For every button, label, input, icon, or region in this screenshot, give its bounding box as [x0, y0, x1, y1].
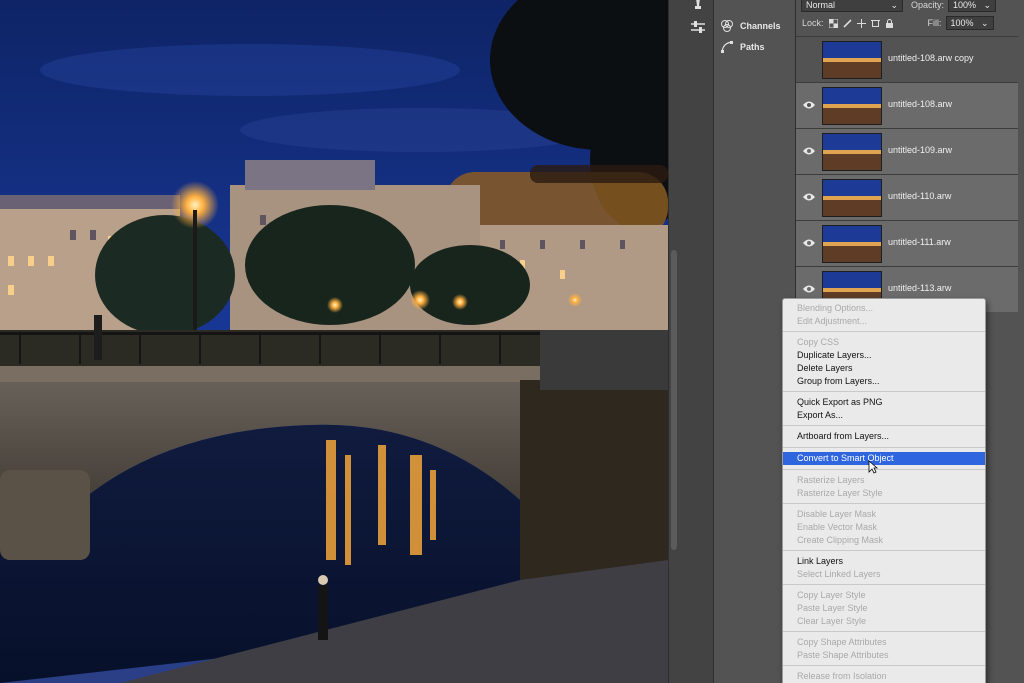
collapsed-panel-icons	[680, 0, 714, 683]
menu-item-clear-layer-style[interactable]: Clear Layer Style	[783, 615, 985, 628]
layer-name: untitled-110.arw	[888, 191, 952, 201]
fill-value: 100%	[950, 18, 974, 28]
menu-item-delete-layers[interactable]: Delete Layers	[783, 362, 985, 375]
layer-row[interactable]: untitled-110.arw	[796, 174, 1018, 220]
eye-visibility-icon[interactable]	[803, 284, 815, 294]
menu-item-paste-shape-attributes[interactable]: Paste Shape Attributes	[783, 649, 985, 662]
menu-item-copy-shape-attributes[interactable]: Copy Shape Attributes	[783, 636, 985, 649]
history-brush-icon[interactable]	[690, 0, 706, 12]
paths-label: Paths	[740, 42, 765, 52]
blend-mode-value: Normal	[806, 0, 836, 10]
menu-item-enable-vector-mask[interactable]: Enable Vector Mask	[783, 521, 985, 534]
layer-row[interactable]: untitled-111.arw	[796, 220, 1018, 266]
channels-tab[interactable]: Channels	[720, 17, 781, 35]
menu-separator	[783, 550, 985, 551]
eye-visibility-icon[interactable]	[803, 192, 815, 202]
layer-row[interactable]: untitled-109.arw	[796, 128, 1018, 174]
channels-label: Channels	[740, 21, 781, 31]
menu-item-group-from-layers[interactable]: Group from Layers...	[783, 375, 985, 388]
blend-mode-select[interactable]: Normal ⌄	[801, 0, 903, 12]
menu-item-rasterize-layer-style[interactable]: Rasterize Layer Style	[783, 487, 985, 500]
menu-item-blending-options[interactable]: Blending Options...	[783, 302, 985, 315]
fill-field[interactable]: 100% ⌄	[945, 16, 994, 30]
chevron-down-icon: ⌄	[980, 17, 989, 28]
paths-icon	[721, 41, 733, 53]
opacity-field[interactable]: 100% ⌄	[948, 0, 997, 12]
eye-visibility-icon[interactable]	[803, 146, 815, 156]
menu-separator	[783, 331, 985, 332]
lock-label: Lock:	[802, 18, 824, 28]
paris-night-photo	[0, 0, 668, 683]
menu-item-link-layers[interactable]: Link Layers	[783, 555, 985, 568]
lock-artboard-icon[interactable]	[870, 19, 880, 28]
chevron-down-icon: ⌄	[890, 0, 898, 10]
menu-separator	[783, 584, 985, 585]
menu-item-rasterize-layers[interactable]: Rasterize Layers	[783, 474, 985, 487]
menu-item-quick-export-png[interactable]: Quick Export as PNG	[783, 396, 985, 409]
layer-thumbnail	[822, 41, 882, 79]
layer-thumbnail	[822, 225, 882, 263]
lock-image-pixels-icon[interactable]	[842, 18, 852, 28]
lock-all-icon[interactable]	[885, 18, 894, 28]
menu-item-convert-to-smart-object[interactable]: Convert to Smart Object	[783, 452, 985, 465]
menu-item-artboard-from-layers[interactable]: Artboard from Layers...	[783, 430, 985, 443]
opacity-label: Opacity:	[911, 0, 945, 10]
fill-label: Fill:	[927, 18, 942, 28]
menu-separator	[783, 503, 985, 504]
canvas-scroll-thumb[interactable]	[671, 250, 677, 550]
menu-item-paste-layer-style[interactable]: Paste Layer Style	[783, 602, 985, 615]
layer-thumbnail	[822, 87, 882, 125]
menu-item-create-clipping-mask[interactable]: Create Clipping Mask	[783, 534, 985, 547]
eye-visibility-icon[interactable]	[803, 100, 815, 110]
menu-item-edit-adjustment[interactable]: Edit Adjustment...	[783, 315, 985, 328]
chevron-down-icon: ⌄	[983, 0, 992, 10]
menu-separator	[783, 665, 985, 666]
layer-row[interactable]: untitled-108.arw copy	[796, 36, 1018, 82]
layer-name: untitled-108.arw copy	[888, 53, 974, 63]
menu-separator	[783, 391, 985, 392]
menu-item-export-as[interactable]: Export As...	[783, 409, 985, 422]
layer-thumbnail	[822, 133, 882, 171]
menu-item-select-linked-layers[interactable]: Select Linked Layers	[783, 568, 985, 581]
lock-position-icon[interactable]	[856, 18, 866, 28]
document-canvas[interactable]	[0, 0, 668, 683]
menu-item-copy-layer-style[interactable]: Copy Layer Style	[783, 589, 985, 602]
opacity-value: 100%	[953, 0, 977, 10]
menu-item-release-from-isolation[interactable]: Release from Isolation	[783, 670, 985, 683]
menu-item-duplicate-layers[interactable]: Duplicate Layers...	[783, 349, 985, 362]
lock-transparent-pixels-icon[interactable]	[828, 18, 838, 28]
lock-fill-row: Lock: Fill: 100% ⌄	[796, 14, 1018, 32]
menu-separator	[783, 425, 985, 426]
menu-item-copy-css[interactable]: Copy CSS	[783, 336, 985, 349]
mouse-pointer-icon	[868, 460, 878, 474]
layer-name: untitled-113.arw	[888, 283, 952, 293]
menu-separator	[783, 631, 985, 632]
channels-icon	[721, 20, 733, 32]
adjustments-sliders-icon[interactable]	[690, 20, 706, 34]
eye-visibility-icon[interactable]	[803, 238, 815, 248]
layer-thumbnail	[822, 179, 882, 217]
layer-name: untitled-109.arw	[888, 145, 953, 155]
layer-name: untitled-111.arw	[888, 237, 951, 247]
layer-context-menu: Blending Options... Edit Adjustment... C…	[782, 298, 986, 683]
menu-separator	[783, 469, 985, 470]
layer-name: untitled-108.arw	[888, 99, 953, 109]
blend-opacity-row: Normal ⌄ Opacity: 100% ⌄	[796, 0, 1018, 14]
menu-separator	[783, 447, 985, 448]
menu-item-disable-layer-mask[interactable]: Disable Layer Mask	[783, 508, 985, 521]
paths-tab[interactable]: Paths	[720, 38, 765, 56]
layer-row[interactable]: untitled-108.arw	[796, 82, 1018, 128]
